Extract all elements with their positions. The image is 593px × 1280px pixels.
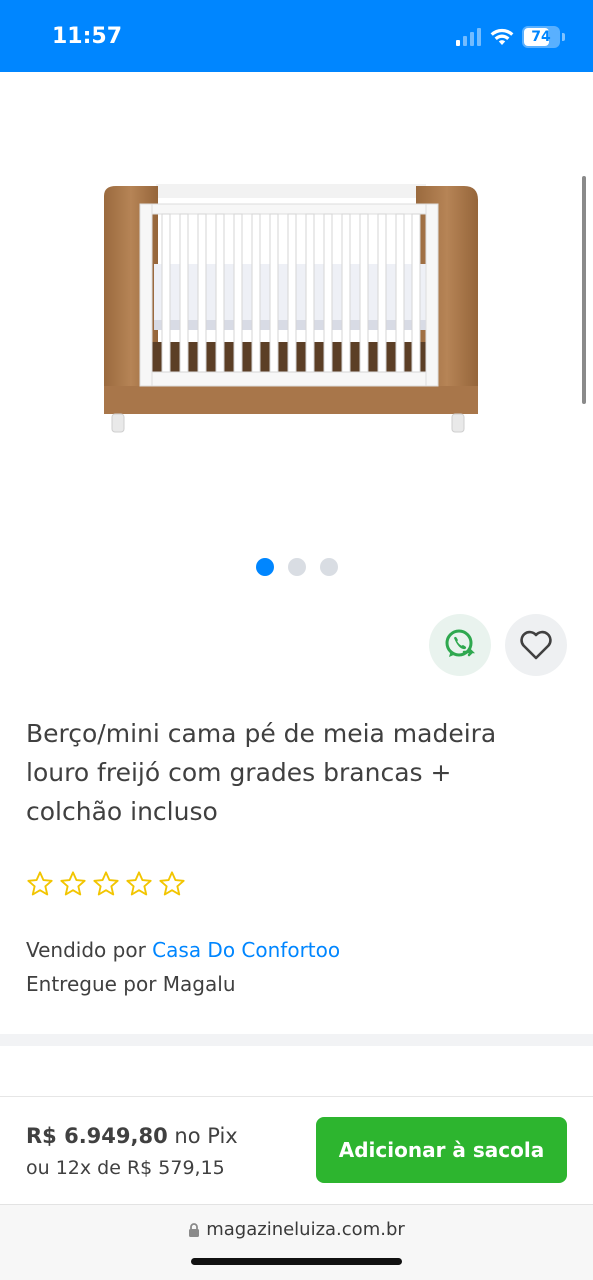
- star-icon: [27, 871, 53, 896]
- section-divider: [0, 1034, 593, 1046]
- price-value: R$ 6.949,80: [26, 1124, 168, 1148]
- installments-text: ou 12x de R$ 579,15: [26, 1157, 225, 1179]
- price-line: R$ 6.949,80 no Pix: [26, 1124, 238, 1148]
- add-to-bag-button[interactable]: Adicionar à sacola: [316, 1117, 567, 1183]
- url-text: magazineluiza.com.br: [206, 1219, 405, 1240]
- carousel-dot-3[interactable]: [319, 558, 338, 576]
- scrollbar[interactable]: [582, 176, 586, 404]
- seller-prefix: Vendido por: [26, 938, 146, 962]
- seller-line: Vendido por Casa Do Confortoo: [26, 938, 340, 962]
- status-bar: 11:57 74: [0, 0, 593, 72]
- battery-level-text: 74: [531, 29, 551, 45]
- heart-icon: [520, 630, 552, 660]
- delivery-line: Entregue por Magalu: [26, 972, 236, 996]
- status-time: 11:57: [52, 24, 123, 49]
- star-icon: [60, 871, 86, 896]
- status-icons: 74: [456, 26, 565, 48]
- delivery-name: Magalu: [162, 972, 236, 996]
- browser-url-bar[interactable]: [0, 1204, 593, 1280]
- url-row[interactable]: magazineluiza.com.br: [0, 1219, 593, 1240]
- share-whatsapp-button[interactable]: [429, 614, 491, 676]
- product-image-crib[interactable]: [96, 180, 486, 442]
- lock-icon: [189, 1222, 200, 1237]
- favorite-button[interactable]: [505, 614, 567, 676]
- battery-charging-icon: 74: [522, 26, 560, 48]
- seller-link[interactable]: Casa Do Confortoo: [152, 938, 340, 962]
- battery-tip: [562, 33, 565, 41]
- battery-level: 74: [531, 29, 550, 45]
- carousel-dot-1[interactable]: [255, 558, 274, 576]
- star-icon: [126, 871, 152, 896]
- rating-stars[interactable]: [26, 870, 186, 898]
- price-suffix: no Pix: [174, 1124, 238, 1148]
- product-title: Berço/mini cama pé de meia madeira louro…: [26, 719, 497, 826]
- carousel-dots: [0, 558, 593, 576]
- whatsapp-icon: [445, 629, 476, 657]
- carousel-dot-2[interactable]: [287, 558, 306, 576]
- delivery-prefix: Entregue por: [26, 972, 157, 996]
- signal-icon: [456, 28, 481, 46]
- star-icon: [93, 871, 119, 896]
- wifi-icon: [490, 28, 514, 45]
- home-indicator[interactable]: [191, 1258, 402, 1265]
- star-icon: [159, 871, 185, 896]
